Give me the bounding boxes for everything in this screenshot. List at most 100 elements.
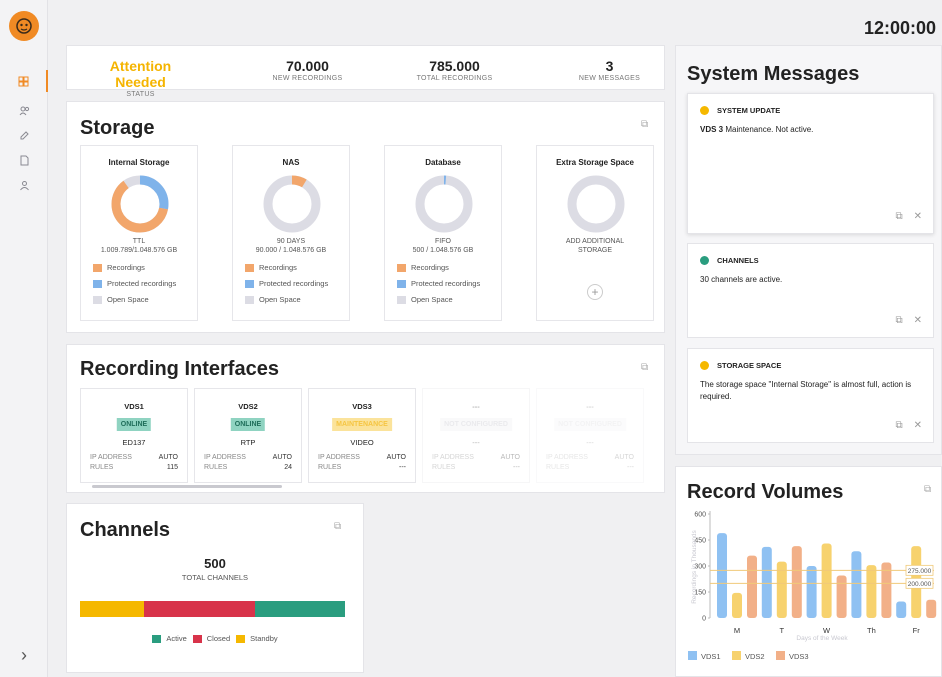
legend-swatch-vds2 bbox=[732, 651, 741, 660]
interface-status-badge: ONLINE bbox=[230, 418, 266, 431]
new-messages-label: NEW MESSAGES bbox=[578, 75, 641, 82]
total-channels-label: TOTAL CHANNELS bbox=[181, 573, 249, 582]
storage-policy: ADD ADDITIONAL bbox=[565, 238, 625, 245]
status-value: Attention Needed bbox=[109, 58, 172, 90]
nav-users[interactable] bbox=[0, 99, 48, 121]
row-value: --- bbox=[627, 464, 634, 471]
chevron-right-icon: › bbox=[21, 644, 27, 665]
open-external-icon[interactable]: ⧉ bbox=[895, 315, 902, 326]
message-body: VDS 3 Maintenance. Not active. bbox=[700, 124, 921, 136]
row-label: RULES bbox=[546, 464, 570, 471]
legend-swatch bbox=[397, 279, 406, 288]
message-type: SYSTEM UPDATE bbox=[717, 106, 781, 115]
bar-vds3-w bbox=[836, 575, 847, 618]
message-card[interactable]: SYSTEM UPDATE VDS 3 Maintenance. Not acti… bbox=[687, 93, 934, 234]
interface-name: VDS2 bbox=[238, 402, 258, 411]
storage-panel: Storage ⧉ Internal Storage TTL 1.009.789/1… bbox=[66, 101, 665, 333]
interface-rules-row: RULES --- bbox=[432, 464, 520, 471]
storage-legend-open: Open Space bbox=[397, 295, 453, 304]
storage-legend-open: Open Space bbox=[245, 295, 301, 304]
interface-card[interactable]: VDS2 ONLINE RTP IP ADDRESS AUTO RULES 24 bbox=[194, 388, 302, 483]
legend-label: Open Space bbox=[259, 295, 301, 304]
total-recordings-stat: 785.000 TOTAL RECORDINGS bbox=[397, 58, 512, 82]
interface-name: --- bbox=[586, 402, 594, 411]
legend-swatch bbox=[192, 634, 202, 643]
storage-policy: FIFO bbox=[435, 238, 451, 245]
interface-name: VDS3 bbox=[352, 402, 372, 411]
legend-label-vds1: VDS1 bbox=[701, 652, 721, 661]
storage-card[interactable]: Database FIFO 500 / 1.048.576 GB Recordings… bbox=[384, 145, 502, 321]
legend-swatch bbox=[245, 279, 254, 288]
message-subject: VDS 3 bbox=[700, 125, 724, 134]
row-value: --- bbox=[513, 464, 520, 471]
nav-documents[interactable] bbox=[0, 149, 48, 171]
open-external-icon[interactable]: ⧉ bbox=[641, 362, 652, 373]
legend-swatch bbox=[397, 295, 406, 304]
row-label: RULES bbox=[90, 464, 114, 471]
x-axis-label: Days of the Week bbox=[796, 635, 848, 642]
open-external-icon[interactable]: ⧉ bbox=[641, 119, 652, 130]
nav-recordings[interactable] bbox=[0, 124, 48, 146]
message-card[interactable]: STORAGE SPACE The storage space "Internal… bbox=[687, 348, 934, 443]
interface-card[interactable]: VDS3 MAINTENANCE VIDEO IP ADDRESS AUTO RULES -… bbox=[308, 388, 416, 483]
legend-label: Open Space bbox=[411, 295, 453, 304]
message-card[interactable]: CHANNELS 30 channels are active. ⧉ ✕ bbox=[687, 243, 934, 338]
message-header: STORAGE SPACE bbox=[700, 361, 781, 370]
interface-card[interactable]: --- NOT CONFIGURED --- IP ADDRESS AUTO RULES -… bbox=[422, 388, 530, 483]
nav-profile[interactable] bbox=[0, 174, 48, 196]
interface-card[interactable]: --- NOT CONFIGURED --- IP ADDRESS AUTO RULES -… bbox=[536, 388, 644, 483]
app-logo[interactable] bbox=[9, 11, 39, 41]
new-messages-value: 3 bbox=[605, 58, 614, 74]
message-body: 30 channels are active. bbox=[700, 274, 921, 286]
nav-dashboard[interactable] bbox=[0, 70, 48, 92]
open-external-icon[interactable]: ⧉ bbox=[895, 211, 902, 222]
close-icon[interactable]: ✕ bbox=[914, 315, 922, 326]
interface-card[interactable]: VDS1 ONLINE ED137 IP ADDRESS AUTO RULES 115 bbox=[80, 388, 188, 483]
legend-swatch bbox=[236, 634, 246, 643]
bar-vds2-th bbox=[866, 565, 877, 618]
add-storage-button[interactable]: + bbox=[587, 284, 603, 300]
bar-vds3-m bbox=[747, 555, 757, 618]
message-header: CHANNELS bbox=[700, 256, 759, 265]
row-value: AUTO bbox=[500, 454, 520, 461]
storage-card[interactable]: Internal Storage TTL 1.009.789/1.048.576 G… bbox=[80, 145, 198, 321]
horizontal-scrollbar[interactable] bbox=[92, 485, 282, 488]
legend-label: Protected recordings bbox=[411, 279, 481, 288]
legend-closed: Closed bbox=[192, 634, 230, 643]
new-recordings-stat: 70.000 NEW RECORDINGS bbox=[250, 58, 365, 82]
legend-label-vds3: VDS3 bbox=[789, 652, 809, 661]
interface-rules-row: RULES 115 bbox=[90, 464, 178, 471]
interface-protocol: ED137 bbox=[122, 438, 146, 447]
x-tick-label: Fr bbox=[913, 626, 921, 635]
interface-ip-row: IP ADDRESS AUTO bbox=[204, 454, 292, 461]
edit-icon bbox=[20, 130, 29, 139]
storage-card[interactable]: NAS 90 DAYS 90.000 / 1.048.576 GB Recording… bbox=[232, 145, 350, 321]
storage-card[interactable]: Extra Storage Space ADD ADDITIONAL STORAGE… bbox=[536, 145, 654, 321]
system-messages-title: System Messages bbox=[687, 63, 860, 85]
open-external-icon[interactable]: ⧉ bbox=[895, 420, 902, 431]
record-volumes-chart: 6004503001500Recordings in ThousandsM T W T… bbox=[688, 511, 937, 661]
legend-swatch bbox=[245, 263, 254, 272]
legend-label: Protected recordings bbox=[259, 279, 329, 288]
channel-bar-segment-standby bbox=[80, 601, 144, 617]
interface-name: --- bbox=[472, 402, 480, 411]
row-value: 24 bbox=[284, 464, 292, 471]
storage-legend-recordings: Recordings bbox=[93, 263, 145, 272]
close-icon[interactable]: ✕ bbox=[914, 420, 922, 431]
open-external-icon[interactable]: ⧉ bbox=[334, 521, 345, 532]
close-icon[interactable]: ✕ bbox=[914, 211, 922, 222]
interface-status-badge: NOT CONFIGURED bbox=[440, 418, 512, 431]
expand-sidebar-button[interactable]: › bbox=[0, 643, 48, 667]
storage-usage: 90.000 / 1.048.576 GB bbox=[255, 247, 327, 254]
channel-bar-segment-closed bbox=[143, 601, 255, 617]
row-value: AUTO bbox=[614, 454, 634, 461]
storage-usage: 500 / 1.048.576 GB bbox=[412, 247, 474, 254]
message-text: Maintenance. Not active. bbox=[723, 125, 814, 134]
interface-protocol: RTP bbox=[240, 438, 256, 447]
legend-swatch bbox=[245, 295, 254, 304]
storage-legend-protected: Protected recordings bbox=[93, 279, 176, 288]
bar-vds3-t bbox=[791, 546, 802, 618]
message-type: STORAGE SPACE bbox=[717, 361, 782, 370]
open-space-arc bbox=[567, 175, 625, 233]
legend-label: Recordings bbox=[259, 263, 297, 272]
